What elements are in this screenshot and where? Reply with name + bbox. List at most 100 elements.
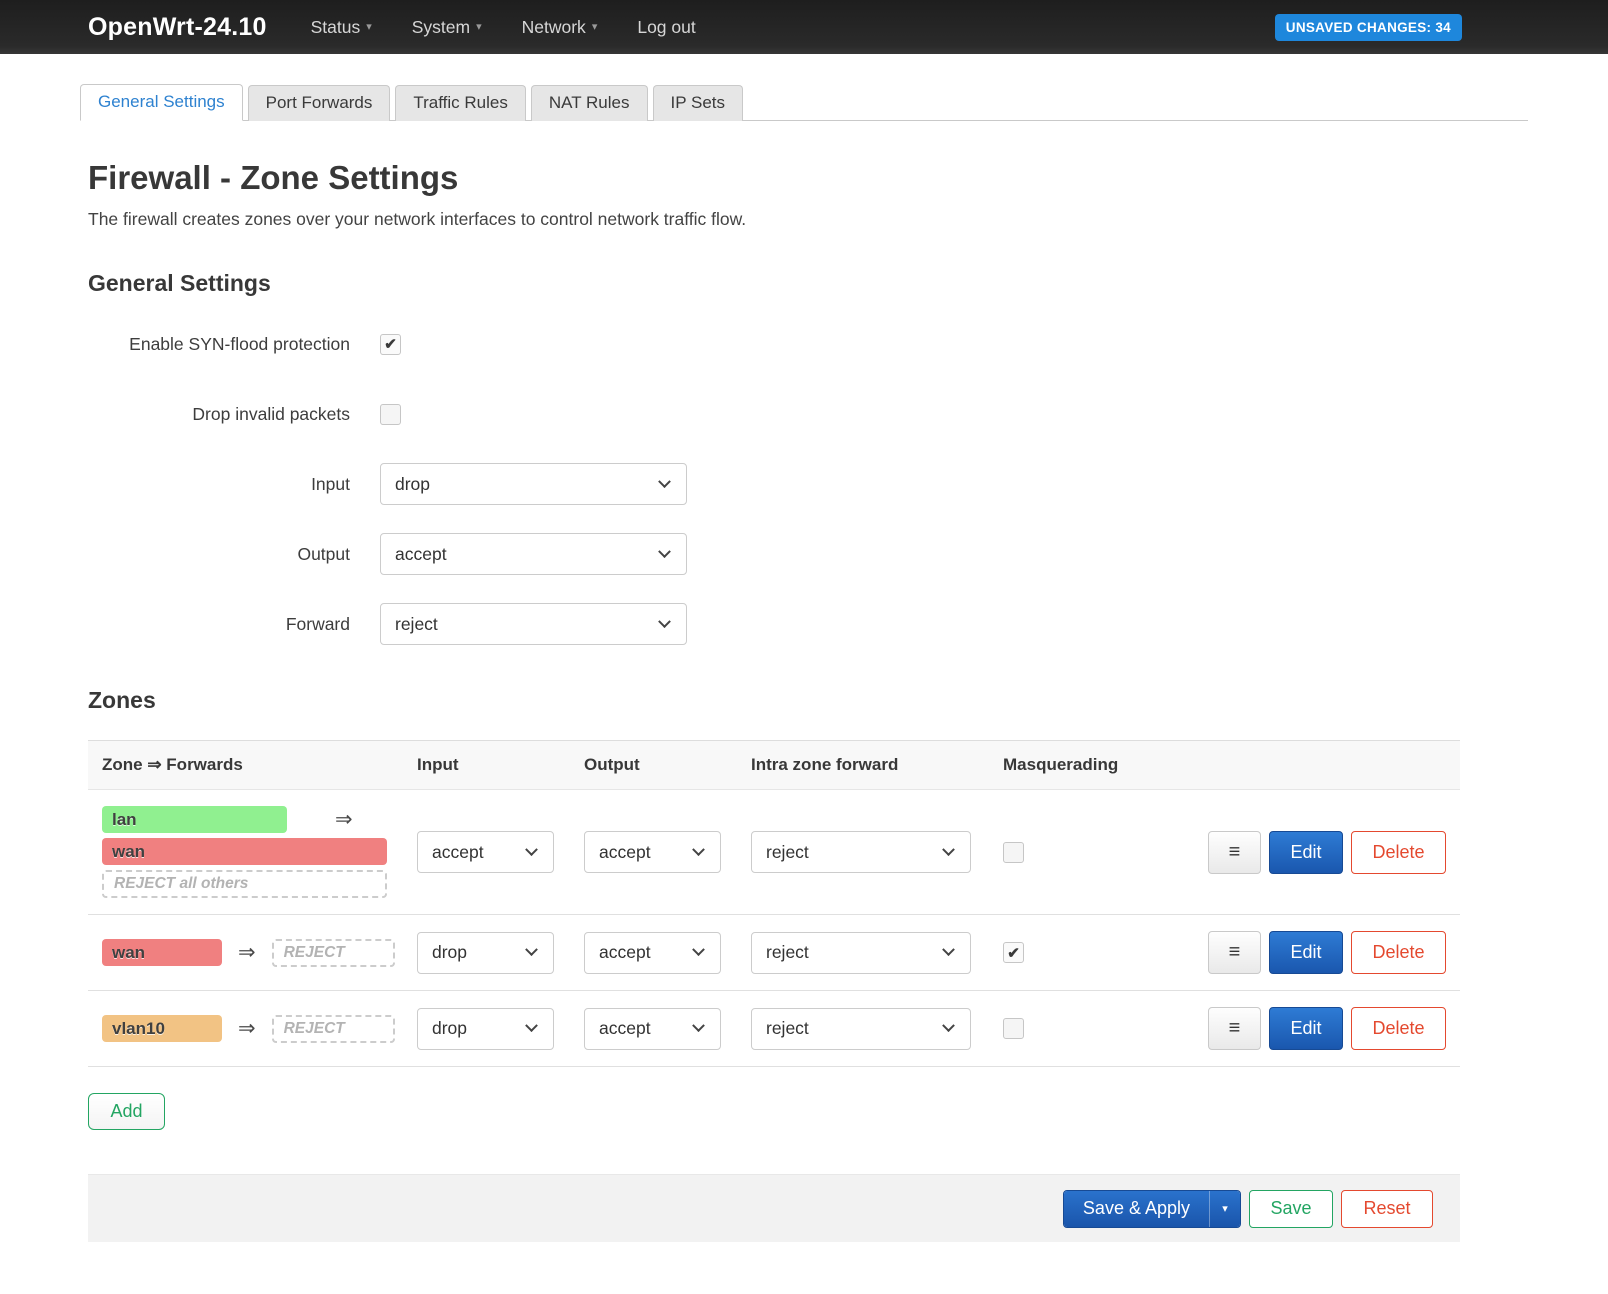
firewall-tabs: General Settings Port Forwards Traffic R… — [80, 84, 1528, 121]
syn-flood-label: Enable SYN-flood protection — [88, 334, 350, 355]
select-value: reject — [766, 1018, 809, 1039]
nav-menu: Status ▾ System ▾ Network ▾ Log out — [311, 17, 696, 38]
main-content: Firewall - Zone Settings The firewall cr… — [88, 159, 1460, 1242]
wan-delete-button[interactable]: Delete — [1351, 931, 1446, 974]
tab-ip-sets[interactable]: IP Sets — [653, 85, 744, 121]
col-masquerading: Masquerading — [1003, 755, 1123, 775]
select-value: reject — [766, 942, 809, 963]
brand-logo[interactable]: OpenWrt-24.10 — [88, 13, 267, 42]
wan-input-select[interactable]: drop — [417, 932, 554, 974]
drop-invalid-label: Drop invalid packets — [88, 404, 350, 425]
vlan10-input-select[interactable]: drop — [417, 1008, 554, 1050]
chevron-down-icon — [658, 615, 671, 628]
zones-section: Zones Zone ⇒ Forwards Input Output Intra… — [88, 687, 1460, 1130]
chevron-down-icon: ▾ — [1222, 1202, 1228, 1215]
wan-intra-select[interactable]: reject — [751, 932, 971, 974]
nav-item-logout[interactable]: Log out — [637, 17, 695, 38]
tab-traffic-rules[interactable]: Traffic Rules — [395, 85, 525, 121]
chevron-down-icon: ▾ — [592, 22, 598, 33]
hamburger-icon: ≡ — [1229, 941, 1241, 964]
action-footer: Save & Apply ▾ Save Reset — [88, 1174, 1460, 1242]
zones-table: Zone ⇒ Forwards Input Output Intra zone … — [88, 740, 1460, 1067]
vlan10-masquerading-checkbox[interactable] — [1003, 1018, 1024, 1039]
vlan10-delete-button[interactable]: Delete — [1351, 1007, 1446, 1050]
forwards-arrow-icon: ⇒ — [335, 807, 353, 832]
zone-row-lan: lan ⇒ wan REJECT all others accept accep… — [88, 790, 1460, 915]
zone-badge-lan: lan — [102, 806, 287, 833]
lan-output-select[interactable]: accept — [584, 831, 721, 873]
save-apply-group: Save & Apply ▾ — [1063, 1190, 1241, 1228]
add-zone-button[interactable]: Add — [88, 1093, 165, 1130]
forward-policy-select[interactable]: reject — [380, 603, 687, 645]
nav-item-label: Log out — [637, 17, 695, 38]
reset-button[interactable]: Reset — [1341, 1190, 1433, 1228]
lan-menu-button[interactable]: ≡ — [1208, 831, 1261, 874]
nav-item-label: System — [412, 17, 470, 38]
output-policy-row: Output accept — [88, 533, 1460, 575]
zone-forwards-cell: wan ⇒ REJECT — [102, 939, 417, 967]
lan-actions: ≡ Edit Delete — [1208, 831, 1446, 874]
input-policy-row: Input drop — [88, 463, 1460, 505]
nav-item-system[interactable]: System ▾ — [412, 17, 482, 38]
col-intra-zone-forward: Intra zone forward — [751, 755, 1003, 775]
reject-all-others-note: REJECT all others — [102, 870, 387, 898]
lan-masquerading-checkbox[interactable] — [1003, 842, 1024, 863]
zones-table-header: Zone ⇒ Forwards Input Output Intra zone … — [88, 741, 1460, 790]
select-value: drop — [432, 1018, 467, 1039]
wan-edit-button[interactable]: Edit — [1269, 931, 1343, 974]
chevron-down-icon — [692, 943, 705, 956]
wan-output-select[interactable]: accept — [584, 932, 721, 974]
lan-intra-select[interactable]: reject — [751, 831, 971, 873]
select-value: reject — [395, 614, 438, 635]
chevron-down-icon — [525, 1019, 538, 1032]
zones-heading: Zones — [88, 687, 1460, 714]
save-button[interactable]: Save — [1249, 1190, 1333, 1228]
lan-delete-button[interactable]: Delete — [1351, 831, 1446, 874]
select-value: accept — [599, 942, 651, 963]
vlan10-output-select[interactable]: accept — [584, 1008, 721, 1050]
page-title: Firewall - Zone Settings — [88, 159, 1460, 197]
chevron-down-icon: ▾ — [476, 22, 482, 33]
nav-item-status[interactable]: Status ▾ — [311, 17, 372, 38]
select-value: accept — [395, 544, 447, 565]
syn-flood-row: Enable SYN-flood protection — [88, 323, 1460, 365]
syn-flood-checkbox[interactable] — [380, 334, 401, 355]
nav-item-label: Network — [522, 17, 586, 38]
forwards-arrow-icon: ⇒ — [238, 1016, 256, 1041]
hamburger-icon: ≡ — [1229, 841, 1241, 864]
tab-port-forwards[interactable]: Port Forwards — [248, 85, 391, 121]
nav-item-label: Status — [311, 17, 361, 38]
vlan10-menu-button[interactable]: ≡ — [1208, 1007, 1261, 1050]
chevron-down-icon — [525, 943, 538, 956]
zone-forwards-cell: lan ⇒ wan REJECT all others — [102, 806, 417, 898]
forward-policy-label: Forward — [88, 614, 350, 635]
forwards-arrow-icon: ⇒ — [238, 940, 256, 965]
vlan10-intra-select[interactable]: reject — [751, 1008, 971, 1050]
drop-invalid-checkbox[interactable] — [380, 404, 401, 425]
wan-menu-button[interactable]: ≡ — [1208, 931, 1261, 974]
chevron-down-icon: ▾ — [366, 22, 372, 33]
wan-actions: ≡ Edit Delete — [1208, 931, 1446, 974]
tab-nat-rules[interactable]: NAT Rules — [531, 85, 648, 121]
drop-invalid-row: Drop invalid packets — [88, 393, 1460, 435]
lan-input-select[interactable]: accept — [417, 831, 554, 873]
input-policy-select[interactable]: drop — [380, 463, 687, 505]
output-policy-select[interactable]: accept — [380, 533, 687, 575]
select-value: reject — [766, 842, 809, 863]
nav-item-network[interactable]: Network ▾ — [522, 17, 598, 38]
general-settings-heading: General Settings — [88, 270, 1460, 297]
chevron-down-icon — [942, 943, 955, 956]
save-apply-button[interactable]: Save & Apply — [1064, 1191, 1209, 1227]
hamburger-icon: ≡ — [1229, 1017, 1241, 1040]
save-apply-dropdown-button[interactable]: ▾ — [1209, 1191, 1240, 1227]
lan-edit-button[interactable]: Edit — [1269, 831, 1343, 874]
col-zone-forwards: Zone ⇒ Forwards — [102, 755, 417, 775]
unsaved-changes-badge[interactable]: UNSAVED CHANGES: 34 — [1275, 14, 1462, 41]
tab-general-settings[interactable]: General Settings — [80, 84, 243, 121]
wan-masquerading-checkbox[interactable] — [1003, 942, 1024, 963]
chevron-down-icon — [692, 843, 705, 856]
zone-forwards-cell: vlan10 ⇒ REJECT — [102, 1015, 417, 1043]
vlan10-edit-button[interactable]: Edit — [1269, 1007, 1343, 1050]
top-navbar: OpenWrt-24.10 Status ▾ System ▾ Network … — [0, 0, 1608, 54]
chevron-down-icon — [658, 475, 671, 488]
